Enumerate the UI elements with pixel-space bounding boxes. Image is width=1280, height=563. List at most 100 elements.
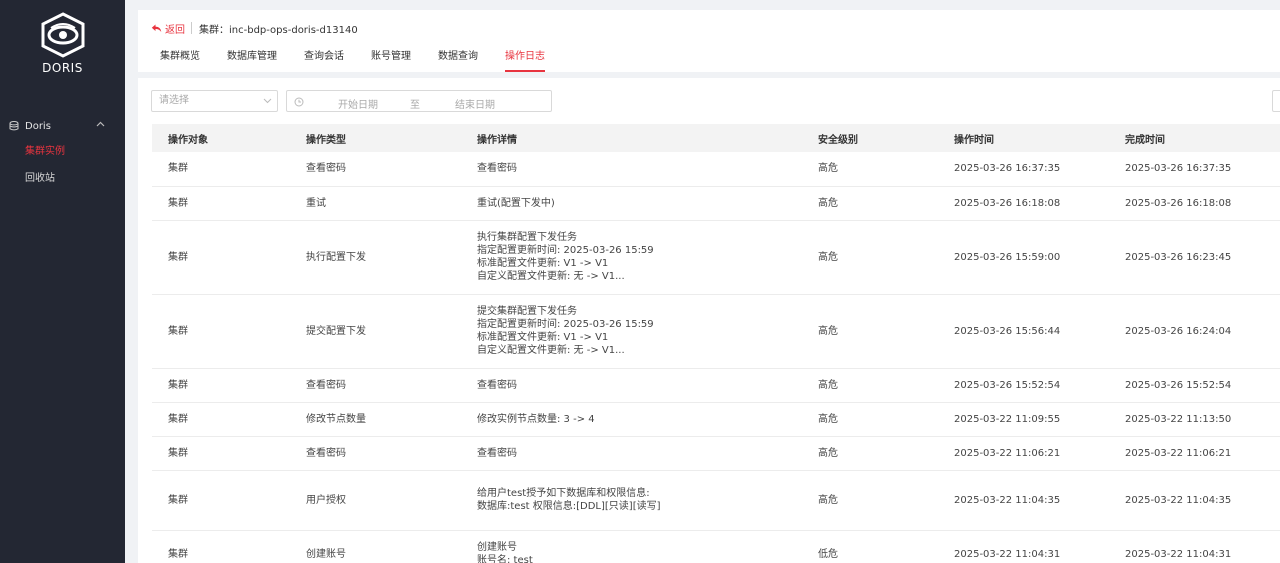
table-row: 集群 查看密码 查看密码 高危 2025-03-26 15:52:54 2025… <box>152 368 1280 403</box>
chevron-up-icon <box>96 121 105 127</box>
sidebar-item-recycle-bin[interactable]: 回收站 <box>0 166 125 192</box>
sidebar-item-label: 集群实例 <box>25 146 65 157</box>
cell-details: 查看密码 <box>461 152 802 187</box>
logo-text: DORIS <box>42 61 83 75</box>
cell-object: 集群 <box>152 294 290 369</box>
cell-type: 提交配置下发 <box>290 294 461 369</box>
end-date-input[interactable]: 结束日期 <box>455 96 495 111</box>
cluster-name: 集群：inc-bdp-ops-doris-d13140 <box>199 25 358 36</box>
start-date-input[interactable]: 开始日期 <box>338 96 378 111</box>
cell-details: 重试(配置下发中) <box>461 186 802 221</box>
page-header: 返回 集群：inc-bdp-ops-doris-d13140 集群概览 数据库管… <box>138 10 1280 72</box>
cell-level: 高危 <box>802 220 938 295</box>
cell-op-time: 2025-03-26 15:56:44 <box>938 294 1109 369</box>
column-header: 操作类型 <box>290 124 461 152</box>
cell-details: 修改实例节点数量: 3 -> 4 <box>461 402 802 437</box>
cell-object: 集群 <box>152 402 290 437</box>
cell-type: 查看密码 <box>290 152 461 187</box>
cell-op-time: 2025-03-22 11:04:35 <box>938 470 1109 531</box>
nav-group-label: Doris <box>25 120 51 132</box>
header-divider <box>191 22 192 34</box>
column-header: 操作详情 <box>461 124 802 152</box>
cell-details: 给用户test授予如下数据库和权限信息: 数据库:test 权限信息:[DDL]… <box>461 470 802 531</box>
column-header: 操作时间 <box>938 124 1109 152</box>
cell-op-time: 2025-03-26 16:37:35 <box>938 152 1109 187</box>
cell-level: 低危 <box>802 530 938 563</box>
detail-line: 指定配置更新时间: 2025-03-26 15:59 <box>477 319 654 330</box>
column-header: 完成时间 <box>1109 124 1280 152</box>
cell-type: 用户授权 <box>290 470 461 531</box>
cell-details: 执行集群配置下发任务 指定配置更新时间: 2025-03-26 15:59 标准… <box>461 220 802 295</box>
table-row: 集群 提交配置下发 提交集群配置下发任务 指定配置更新时间: 2025-03-2… <box>152 294 1280 369</box>
range-separator: 至 <box>410 100 420 111</box>
database-icon <box>9 121 19 131</box>
toolbar-button-partial[interactable] <box>1272 90 1280 112</box>
tab-bar: 集群概览 数据库管理 查询会话 账号管理 数据查询 操作日志 <box>160 46 572 72</box>
detail-line: 账号名: test <box>477 555 533 563</box>
tab-data-query[interactable]: 数据查询 <box>438 46 478 72</box>
detail-line: 数据库:test 权限信息:[DDL][只读][读写] <box>477 501 661 512</box>
cell-done-time: 2025-03-26 16:37:35 <box>1109 152 1280 187</box>
detail-line: 自定义配置文件更新: 无 -> V1... <box>477 345 625 356</box>
sidebar-item-label: 回收站 <box>25 173 55 184</box>
tab-query-sessions[interactable]: 查询会话 <box>304 46 344 72</box>
operation-type-select[interactable]: 请选择 <box>151 90 278 112</box>
detail-line: 创建账号 <box>477 542 517 553</box>
chevron-down-icon <box>263 98 272 104</box>
select-placeholder: 请选择 <box>159 95 189 106</box>
back-arrow-icon <box>151 24 162 32</box>
cell-done-time: 2025-03-22 11:04:31 <box>1109 530 1280 563</box>
date-range-picker[interactable]: 开始日期 至 结束日期 <box>286 90 552 112</box>
detail-line: 修改实例节点数量: 3 -> 4 <box>477 413 595 425</box>
cell-type: 查看密码 <box>290 436 461 471</box>
cell-done-time: 2025-03-26 16:18:08 <box>1109 186 1280 221</box>
cell-op-time: 2025-03-26 15:52:54 <box>938 368 1109 403</box>
nav-group-doris[interactable]: Doris <box>0 116 125 136</box>
back-label: 返回 <box>165 25 185 36</box>
table-row: 集群 用户授权 给用户test授予如下数据库和权限信息: 数据库:test 权限… <box>152 470 1280 531</box>
column-header: 操作对象 <box>152 124 290 152</box>
cell-done-time: 2025-03-26 15:52:54 <box>1109 368 1280 403</box>
cell-object: 集群 <box>152 220 290 295</box>
cell-type: 重试 <box>290 186 461 221</box>
detail-line: 标准配置文件更新: V1 -> V1 <box>477 258 609 269</box>
table-header-row: 操作对象 操作类型 操作详情 安全级别 操作时间 完成时间 <box>152 124 1280 152</box>
detail-line: 查看密码 <box>477 163 517 175</box>
sidebar-item-cluster-instances[interactable]: 集群实例 <box>0 139 125 165</box>
cell-object: 集群 <box>152 530 290 563</box>
cell-level: 高危 <box>802 186 938 221</box>
cell-level: 高危 <box>802 436 938 471</box>
tab-operation-logs[interactable]: 操作日志 <box>505 46 545 72</box>
detail-line: 给用户test授予如下数据库和权限信息: <box>477 488 650 499</box>
table-row: 集群 创建账号 创建账号 账号名: test 低危 2025-03-22 11:… <box>152 530 1280 563</box>
detail-line: 重试(配置下发中) <box>477 197 555 209</box>
cell-object: 集群 <box>152 436 290 471</box>
table-row: 集群 修改节点数量 修改实例节点数量: 3 -> 4 高危 2025-03-22… <box>152 402 1280 437</box>
cell-details: 查看密码 <box>461 368 802 403</box>
main-content: 请选择 开始日期 至 结束日期 操作对象 操作类型 操作详情 安全级别 操作时间… <box>138 78 1280 563</box>
operation-log-table: 操作对象 操作类型 操作详情 安全级别 操作时间 完成时间 集群 查看密码 查看… <box>152 124 1280 563</box>
cell-details: 创建账号 账号名: test <box>461 530 802 563</box>
cell-details: 查看密码 <box>461 436 802 471</box>
table-row: 集群 重试 重试(配置下发中) 高危 2025-03-26 16:18:08 2… <box>152 186 1280 221</box>
tab-cluster-overview[interactable]: 集群概览 <box>160 46 200 72</box>
cell-level: 高危 <box>802 368 938 403</box>
cell-details: 提交集群配置下发任务 指定配置更新时间: 2025-03-26 15:59 标准… <box>461 294 802 369</box>
back-button[interactable]: 返回 <box>151 21 185 36</box>
table-row: 集群 执行配置下发 执行集群配置下发任务 指定配置更新时间: 2025-03-2… <box>152 220 1280 295</box>
sidebar: DORIS Doris 集群实例 回收站 <box>0 0 125 563</box>
cell-done-time: 2025-03-22 11:06:21 <box>1109 436 1280 471</box>
detail-line: 查看密码 <box>477 379 517 391</box>
cell-type: 查看密码 <box>290 368 461 403</box>
cell-level: 高危 <box>802 470 938 531</box>
logo: DORIS <box>0 12 125 75</box>
detail-line: 标准配置文件更新: V1 -> V1 <box>477 332 609 343</box>
tab-database-management[interactable]: 数据库管理 <box>227 46 277 72</box>
tab-account-management[interactable]: 账号管理 <box>371 46 411 72</box>
cell-object: 集群 <box>152 368 290 403</box>
table-row: 集群 查看密码 查看密码 高危 2025-03-22 11:06:21 2025… <box>152 436 1280 471</box>
cell-op-time: 2025-03-26 15:59:00 <box>938 220 1109 295</box>
cell-level: 高危 <box>802 402 938 437</box>
cell-type: 创建账号 <box>290 530 461 563</box>
table-row: 集群 查看密码 查看密码 高危 2025-03-26 16:37:35 2025… <box>152 152 1280 187</box>
